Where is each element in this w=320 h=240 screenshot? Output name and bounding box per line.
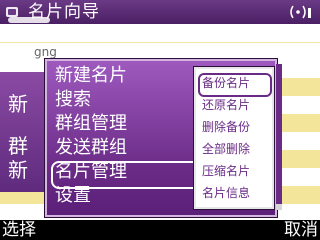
submenu-item-compress-cards[interactable]: 压缩名片 [202,161,250,181]
left-panel-label: 新 [8,158,28,182]
softkey-select[interactable]: 选择 [2,220,36,240]
left-panel-label: 新 [8,92,28,116]
signal-icon [290,5,311,19]
card-management-submenu: 备份名片 还原名片 删除备份 全部删除 压缩名片 名片信息 [193,66,275,210]
menu-item-search[interactable]: 搜索 [55,89,91,111]
menu-item-card-management[interactable]: 名片管理 [55,161,127,183]
softkey-bar: 选择 取消 [0,220,320,240]
left-panel: 新 群 新 [0,72,48,192]
submenu-item-delete-backup[interactable]: 删除备份 [202,117,250,137]
submenu-item-card-info[interactable]: 名片信息 [202,183,250,203]
menu-item-group-management[interactable]: 群组管理 [55,113,127,135]
titlebar-grip [8,17,50,23]
menu-item-send-group[interactable]: 发送群组 [55,137,127,159]
submenu-item-delete-all[interactable]: 全部删除 [202,139,250,159]
menu-item-new-card[interactable]: 新建名片 [55,65,127,87]
submenu-item-restore-cards[interactable]: 还原名片 [202,95,250,115]
menu-item-settings[interactable]: 设置 [55,185,91,207]
menu-scrollbar[interactable] [276,64,282,210]
scrollbar-thumb[interactable] [276,64,282,204]
softkey-cancel[interactable]: 取消 [284,220,318,240]
submenu-item-backup-cards[interactable]: 备份名片 [202,73,250,93]
search-text: gng [34,45,57,59]
status-bar: 名片向导 [0,0,320,24]
